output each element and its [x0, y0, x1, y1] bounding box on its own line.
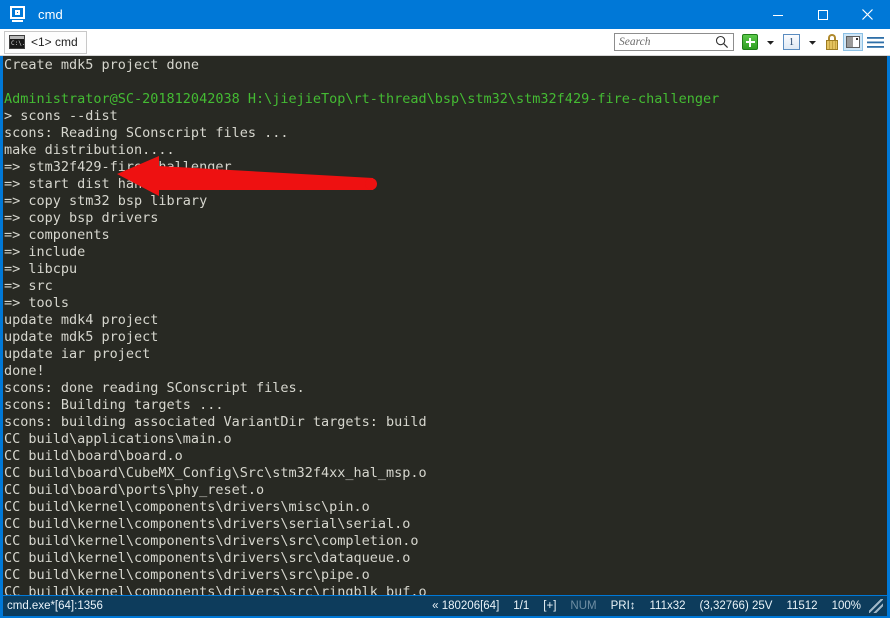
terminal-line: CC build\kernel\components\drivers\src\c… — [4, 533, 419, 549]
terminal-viewport[interactable]: Create mdk5 project done Administrator@S… — [3, 56, 887, 595]
terminal-line: => tools — [4, 295, 70, 311]
terminal-line: CC build\kernel\components\drivers\misc\… — [4, 499, 370, 515]
status-priority: PRI↕ — [610, 600, 636, 612]
terminal-line: CC build\kernel\components\drivers\src\d… — [4, 550, 411, 566]
numbered-box-icon: 1 — [783, 34, 800, 50]
status-right-group: « 180206[64] 1/1 [+] NUM PRI↕ 111x32 (3,… — [418, 599, 887, 613]
terminal-line: done! — [4, 363, 45, 379]
terminal-line: CC build\kernel\components\drivers\seria… — [4, 516, 411, 532]
terminal-line: Administrator@SC-201812042038 H:\jiejieT… — [4, 91, 720, 107]
terminal-line: => stm32f429-fire-challenger — [4, 159, 232, 175]
new-console-button[interactable] — [742, 31, 758, 53]
terminal-line: => copy bsp drivers — [4, 210, 159, 226]
terminal-line: CC build\board\ports\phy_reset.o — [4, 482, 265, 498]
terminal-line: scons: Building targets ... — [4, 397, 224, 413]
chevron-down-icon — [809, 40, 816, 45]
terminal-line: update mdk4 project — [4, 312, 159, 328]
terminal-line: => include — [4, 244, 86, 260]
search-input[interactable] — [619, 36, 715, 48]
conemu-window: cmd C:\. <1> cmd — [0, 0, 890, 618]
split-pane-button[interactable] — [843, 31, 863, 53]
status-build: « 180206[64] — [432, 600, 500, 612]
console-list-dropdown[interactable] — [804, 31, 821, 53]
new-console-dropdown[interactable] — [762, 31, 779, 53]
terminal-line: scons: Reading SConscript files ... — [4, 125, 289, 141]
console-window-icon — [10, 5, 28, 24]
status-num-lock: NUM — [570, 600, 597, 612]
tab-strip: C:\. <1> cmd 1 — [0, 29, 890, 56]
chevron-down-icon — [767, 40, 774, 45]
terminal-line: CC build\applications\main.o — [4, 431, 232, 447]
terminal-line: CC build\kernel\components\drivers\src\p… — [4, 567, 370, 583]
resize-grip[interactable] — [869, 599, 883, 613]
terminal-line: scons: done reading SConscript files. — [4, 380, 305, 396]
maximize-button[interactable] — [800, 0, 845, 29]
cmd-icon-text: C:\. — [10, 39, 24, 48]
status-handles: 11512 — [786, 600, 818, 612]
terminal-line: => copy stm32 bsp library — [4, 193, 208, 209]
tab-label: <1> cmd — [31, 35, 78, 49]
terminal-line: make distribution.... — [4, 142, 175, 158]
minimize-button[interactable] — [755, 0, 800, 29]
split-pane-icon — [843, 33, 863, 51]
terminal-line: => start dist handle — [4, 176, 167, 192]
status-size: 111x32 — [649, 600, 686, 612]
close-button[interactable] — [845, 0, 890, 29]
terminal-line: CC build\kernel\components\drivers\src\r… — [4, 584, 427, 595]
active-console-count[interactable]: 1 — [783, 31, 800, 53]
status-pages: 1/1 — [513, 600, 530, 612]
terminal-line: => components — [4, 227, 110, 243]
tab-cmd-1[interactable]: C:\. <1> cmd — [4, 30, 87, 54]
lock-icon — [825, 34, 839, 50]
terminal-line: update iar project — [4, 346, 151, 362]
terminal-line: => src — [4, 278, 53, 294]
title-bar: cmd — [0, 0, 890, 29]
green-plus-icon — [742, 34, 758, 50]
window-controls — [755, 0, 890, 29]
status-buffer: (3,32766) 25V — [699, 600, 773, 612]
cmd-console-icon: C:\. — [9, 35, 25, 49]
admin-lock-button[interactable] — [825, 31, 839, 53]
search-icon — [715, 35, 729, 49]
terminal-line: CC build\board\CubeMX_Config\Src\stm32f4… — [4, 465, 427, 481]
terminal-line: Create mdk5 project done — [4, 57, 200, 73]
main-menu-button[interactable] — [867, 31, 884, 53]
terminal-line: scons: building associated VariantDir ta… — [4, 414, 427, 430]
toolbar: 1 — [614, 29, 890, 55]
window-title: cmd — [38, 7, 63, 22]
hamburger-menu-icon — [867, 36, 884, 48]
status-zoom: 100% — [831, 600, 861, 612]
terminal-line: => libcpu — [4, 261, 78, 277]
status-bar: cmd.exe*[64]:1356 « 180206[64] 1/1 [+] N… — [3, 596, 887, 616]
terminal-line: > scons --dist — [4, 108, 118, 124]
status-process: cmd.exe*[64]:1356 — [7, 600, 103, 612]
status-plus: [+] — [543, 600, 557, 612]
terminal-line: CC build\board\board.o — [4, 448, 183, 464]
search-box[interactable] — [614, 33, 734, 51]
terminal-line: update mdk5 project — [4, 329, 159, 345]
terminal-output: Create mdk5 project done Administrator@S… — [3, 56, 719, 595]
